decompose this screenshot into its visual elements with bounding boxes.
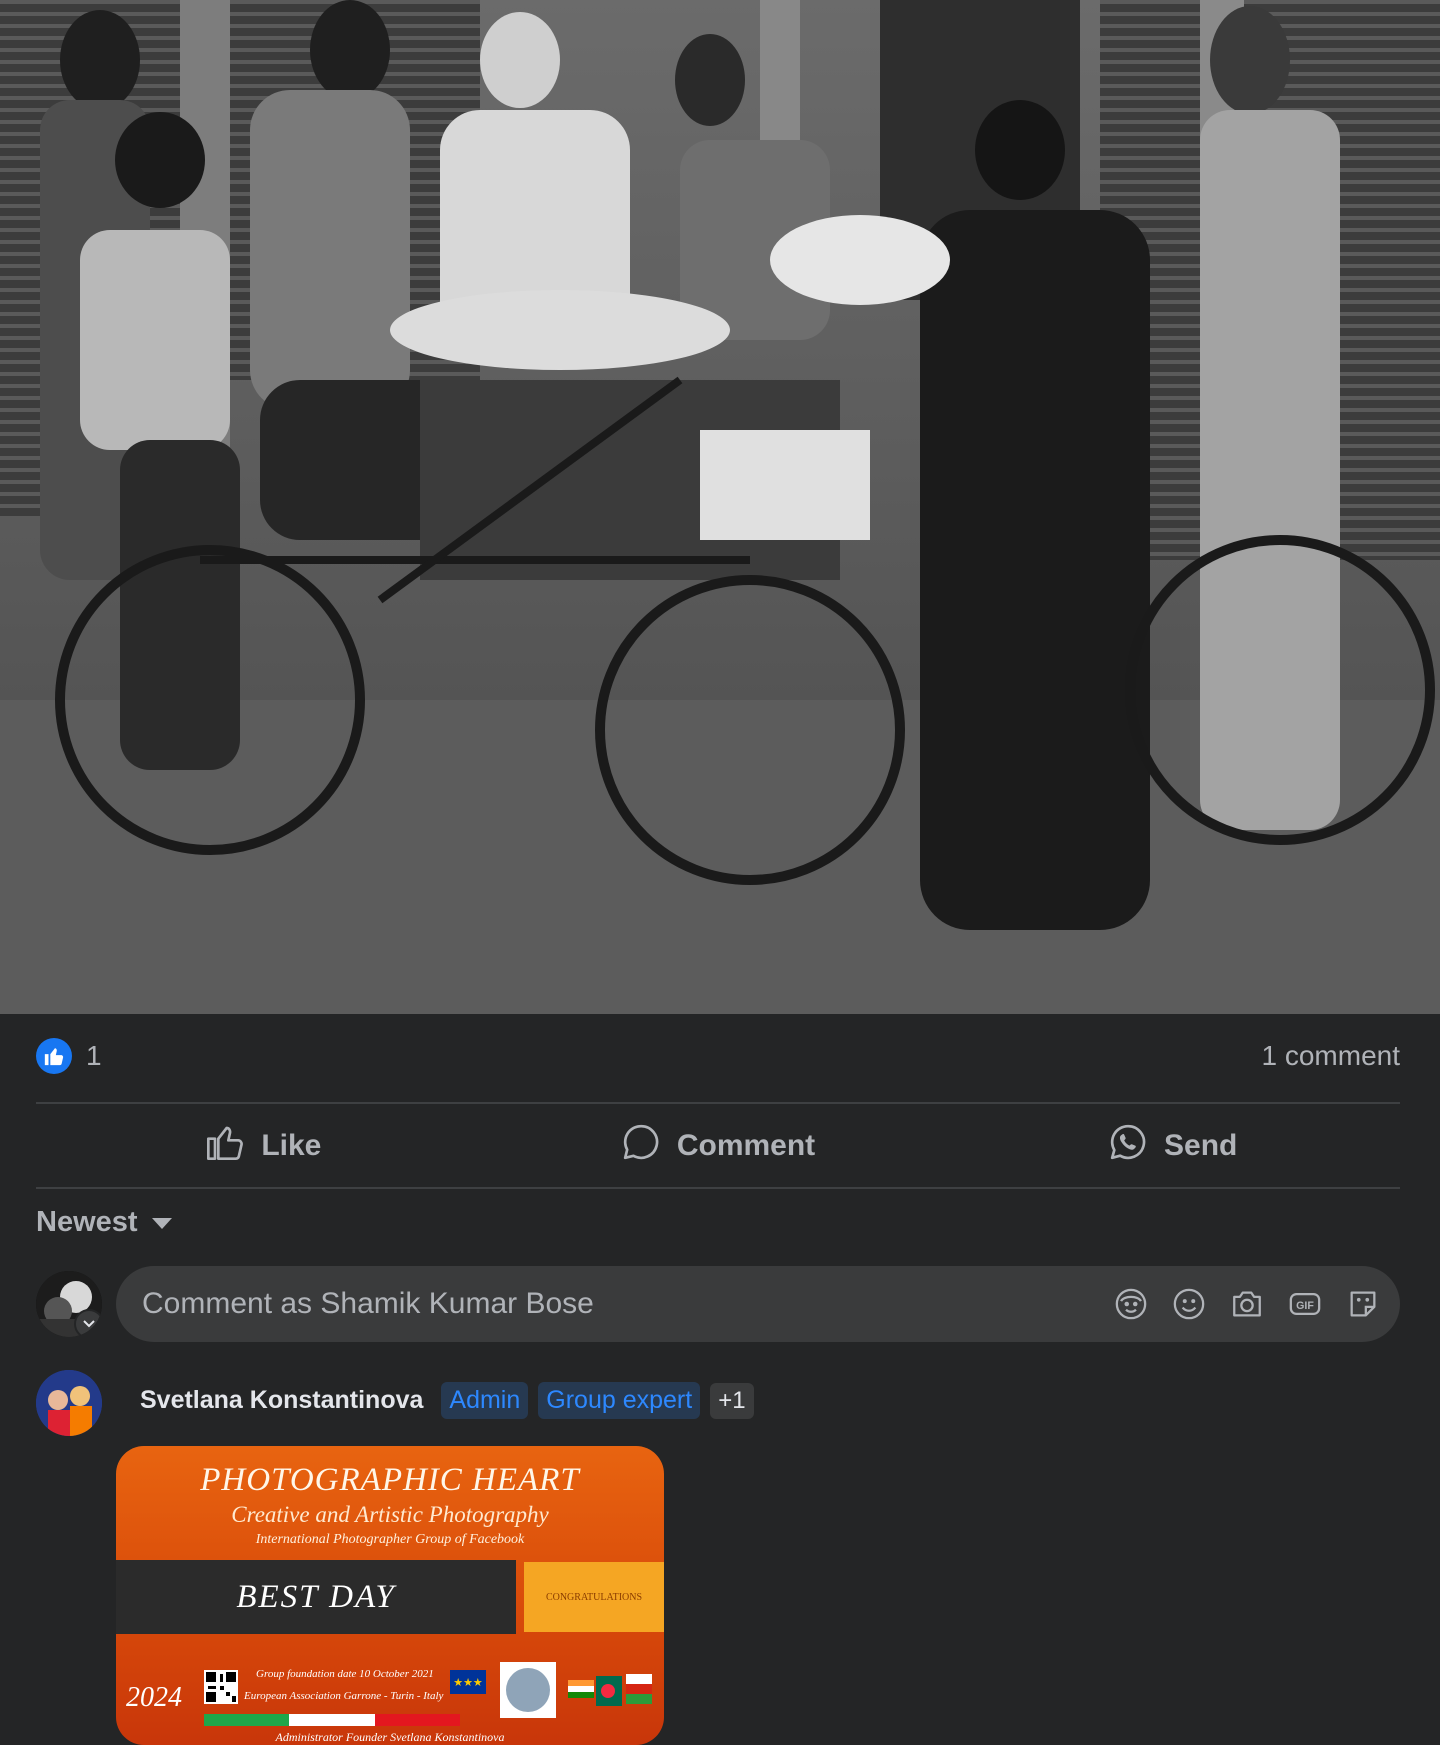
eu-flag-icon: ★★★ — [450, 1670, 486, 1694]
card-subtitle-small: International Photographer Group of Face… — [255, 1532, 525, 1547]
comment-input-container: GIF — [116, 1266, 1400, 1342]
card-info-line-2: European Association Garrone - Turin - I… — [244, 1690, 444, 1702]
current-user-avatar[interactable] — [36, 1271, 102, 1337]
sticker-icon[interactable] — [1344, 1285, 1382, 1323]
group-expert-badge[interactable]: Group expert — [538, 1382, 701, 1419]
reaction-count: 1 — [86, 1040, 102, 1071]
comment-sort-dropdown[interactable]: Newest — [36, 1200, 174, 1244]
chevron-down-icon[interactable] — [74, 1309, 102, 1337]
gif-icon[interactable]: GIF — [1286, 1285, 1324, 1323]
comment-icon — [621, 1122, 661, 1170]
divider — [36, 1187, 1400, 1189]
comment-button[interactable]: Comment — [491, 1104, 946, 1188]
commenter-avatar[interactable] — [36, 1370, 102, 1436]
post-photo[interactable] — [0, 0, 1440, 1014]
comment-label: Comment — [676, 1129, 816, 1162]
send-label: Send — [1164, 1129, 1238, 1162]
comment-composer: GIF — [36, 1266, 1400, 1342]
qr-code-icon — [204, 1670, 238, 1704]
founder-portrait — [500, 1662, 556, 1718]
camera-icon[interactable] — [1228, 1285, 1266, 1323]
like-label: Like — [261, 1129, 322, 1162]
like-button[interactable]: Like — [36, 1104, 491, 1188]
post-actions: Like Comment Send — [36, 1104, 1400, 1188]
sort-label: Newest — [36, 1205, 138, 1238]
card-title: PHOTOGRAPHIC HEART — [200, 1462, 580, 1498]
svg-text:GIF: GIF — [1296, 1300, 1314, 1312]
comment-header: Svetlana Konstantinova Admin Group exper… — [140, 1382, 754, 1419]
composer-tools: GIF — [1112, 1285, 1382, 1323]
card-info-line-1: Group foundation date 10 October 2021 — [256, 1668, 434, 1680]
thumbs-up-icon — [36, 1038, 72, 1074]
send-button[interactable]: Send — [945, 1104, 1400, 1188]
card-best-day: BEST DAY — [236, 1578, 396, 1615]
admin-badge[interactable]: Admin — [441, 1382, 529, 1419]
avatar-sticker-icon[interactable] — [1112, 1285, 1150, 1323]
card-subtitle: Creative and Artistic Photography — [231, 1502, 549, 1527]
flags-icon — [568, 1672, 656, 1712]
caret-down-icon — [150, 1206, 174, 1239]
card-band: BEST DAY — [116, 1560, 516, 1634]
card-year: 2024 — [126, 1682, 182, 1713]
reaction-summary[interactable]: 1 — [36, 1038, 102, 1074]
emoji-icon[interactable] — [1170, 1285, 1208, 1323]
thumbs-up-outline-icon — [205, 1122, 245, 1170]
comment-image-card[interactable]: PHOTOGRAPHIC HEART Creative and Artistic… — [116, 1446, 664, 1745]
comment-count-link[interactable]: 1 comment — [1262, 1040, 1401, 1072]
comment-author[interactable]: Svetlana Konstantinova — [140, 1386, 423, 1415]
whatsapp-icon — [1108, 1122, 1148, 1170]
post-stats: 1 1 comment — [36, 1030, 1400, 1082]
more-badges[interactable]: +1 — [710, 1382, 754, 1419]
card-congrats: CONGRATULATIONS — [524, 1562, 664, 1632]
card-footer-text: Administrator Founder Svetlana Konstanti… — [275, 1730, 505, 1744]
comment-input[interactable] — [142, 1287, 1112, 1321]
italy-stripe — [204, 1714, 460, 1726]
